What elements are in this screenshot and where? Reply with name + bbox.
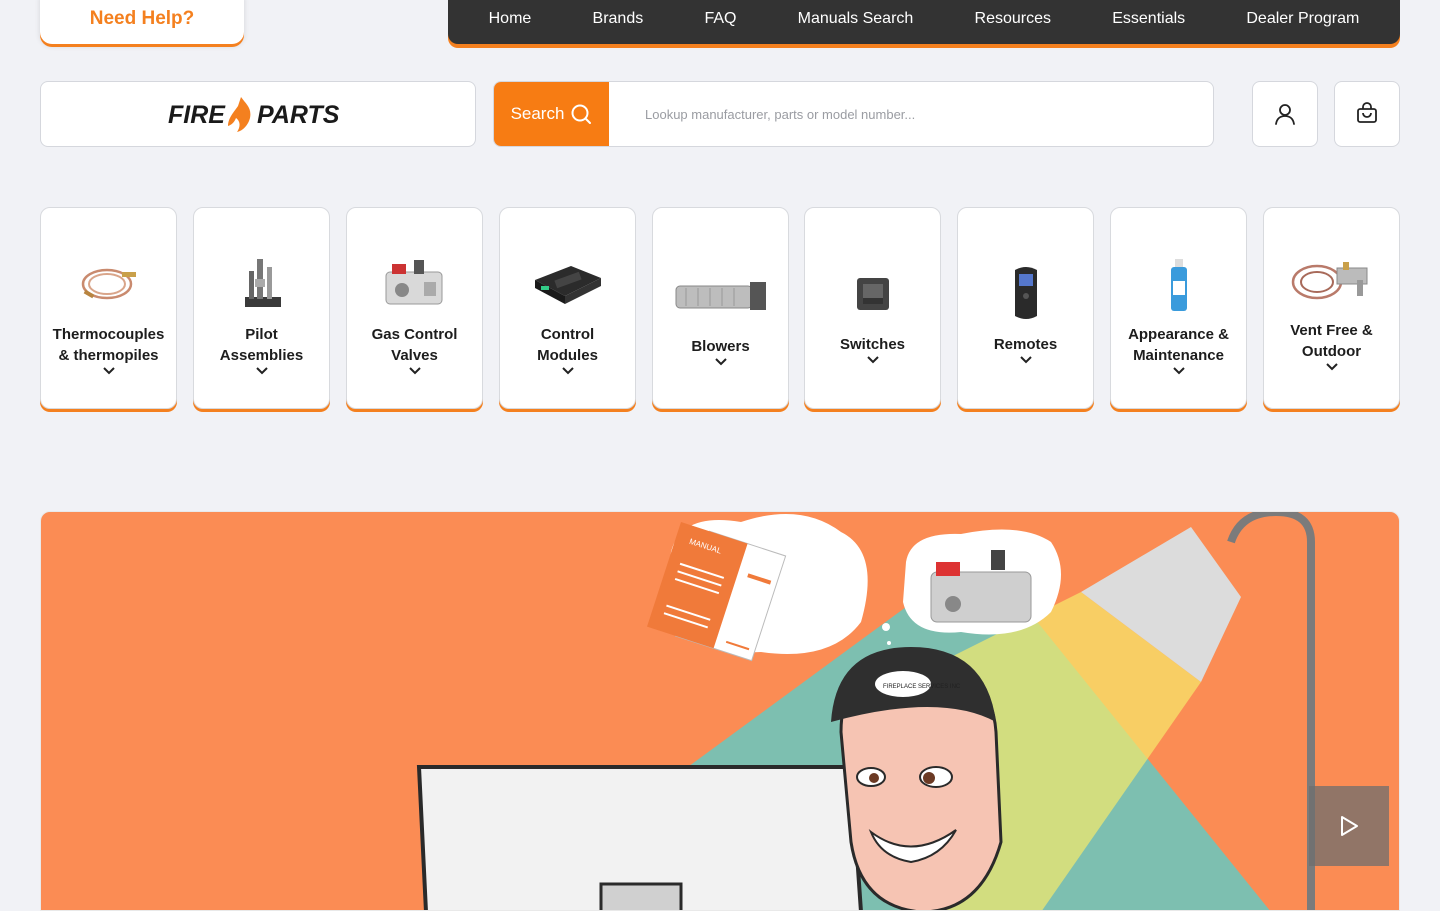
user-icon xyxy=(1275,104,1295,125)
category-blowers[interactable]: Blowers xyxy=(652,207,789,409)
chevron-down-icon xyxy=(1325,363,1338,371)
thought-dot xyxy=(882,623,890,631)
nav-faq[interactable]: FAQ xyxy=(700,4,740,34)
category-label: Control Modules xyxy=(537,326,598,364)
gas-valve-icon xyxy=(380,248,450,320)
category-switches[interactable]: Switches xyxy=(804,207,941,409)
logo-text-parts: PARTS xyxy=(257,101,340,129)
category-label: Vent Free & Outdoor xyxy=(1290,322,1373,360)
need-help-button[interactable]: Need Help? xyxy=(40,0,244,44)
thought-dot xyxy=(887,641,891,645)
logo-link[interactable]: FIRE PARTS xyxy=(40,81,476,147)
play-icon xyxy=(1341,816,1358,836)
left-pupil xyxy=(869,773,879,783)
fireparts-logo: FIRE PARTS xyxy=(168,97,340,132)
lamp-arm xyxy=(1227,512,1315,910)
category-label: Switches xyxy=(839,336,906,353)
switch-icon xyxy=(851,258,895,330)
category-vent-free-outdoor[interactable]: Vent Free & Outdoor xyxy=(1263,207,1400,409)
spray-bottle-icon xyxy=(1164,248,1194,320)
cart-button[interactable] xyxy=(1334,81,1400,147)
need-help-label: Need Help? xyxy=(89,8,195,29)
search-button[interactable]: Search xyxy=(494,82,609,146)
blower-icon xyxy=(672,260,770,332)
nav-home[interactable]: Home xyxy=(485,4,536,34)
svg-text:FIREPLACE SERVICES INC: FIREPLACE SERVICES INC xyxy=(883,684,961,690)
category-control-modules[interactable]: Control Modules xyxy=(499,207,636,409)
thermocouple-icon xyxy=(74,248,144,320)
pilot-assembly-icon xyxy=(227,248,297,320)
category-label: Thermocouples & thermopiles xyxy=(52,326,165,364)
account-button[interactable] xyxy=(1252,81,1318,147)
category-label: Pilot Assemblies xyxy=(219,326,304,364)
category-label: Gas Control Valves xyxy=(371,326,458,364)
monitor-stand xyxy=(599,882,683,910)
search-input[interactable] xyxy=(609,82,1213,146)
nav-essentials[interactable]: Essentials xyxy=(1108,4,1189,34)
logo-text-fire: FIRE xyxy=(168,101,226,129)
shopping-bag-icon xyxy=(1357,102,1377,123)
chevron-down-icon xyxy=(102,367,115,375)
category-label: Remotes xyxy=(993,336,1058,353)
search-button-label: Search xyxy=(510,104,565,123)
nav-dealer-program[interactable]: Dealer Program xyxy=(1242,4,1363,34)
chevron-down-icon xyxy=(408,367,421,375)
category-appearance-maintenance[interactable]: Appearance & Maintenance xyxy=(1110,207,1247,409)
chevron-down-icon xyxy=(1172,367,1185,375)
search-icon xyxy=(571,104,592,124)
chevron-down-icon xyxy=(561,367,574,375)
hero-illustration: MANUAL FIREPLACE SERVICES INC xyxy=(416,512,1315,910)
flame-icon xyxy=(228,97,251,132)
control-module-icon xyxy=(531,248,605,320)
nav-brands[interactable]: Brands xyxy=(589,4,648,34)
nav-resources[interactable]: Resources xyxy=(971,4,1055,34)
chevron-down-icon xyxy=(714,358,727,366)
category-thermocouples[interactable]: Thermocouples & thermopiles xyxy=(40,207,177,409)
chevron-down-icon xyxy=(866,356,879,364)
hero-banner: MANUAL FIREPLACE SERVICES INC xyxy=(40,511,1400,911)
top-navigation: Home Brands FAQ Manuals Search Resources… xyxy=(448,0,1400,44)
category-label: Blowers xyxy=(691,338,750,355)
vent-free-kit-icon xyxy=(1287,244,1377,316)
search-bar: Search xyxy=(493,81,1214,147)
video-play-button[interactable] xyxy=(1309,786,1389,866)
category-gas-control-valves[interactable]: Gas Control Valves xyxy=(346,207,483,409)
right-pupil xyxy=(923,772,935,784)
chevron-down-icon xyxy=(255,367,268,375)
remote-icon xyxy=(1009,258,1043,330)
nav-manuals-search[interactable]: Manuals Search xyxy=(794,4,918,34)
category-label: Appearance & Maintenance xyxy=(1128,326,1229,364)
category-pilot-assemblies[interactable]: Pilot Assemblies xyxy=(193,207,330,409)
category-remotes[interactable]: Remotes xyxy=(957,207,1094,409)
chevron-down-icon xyxy=(1019,356,1032,364)
